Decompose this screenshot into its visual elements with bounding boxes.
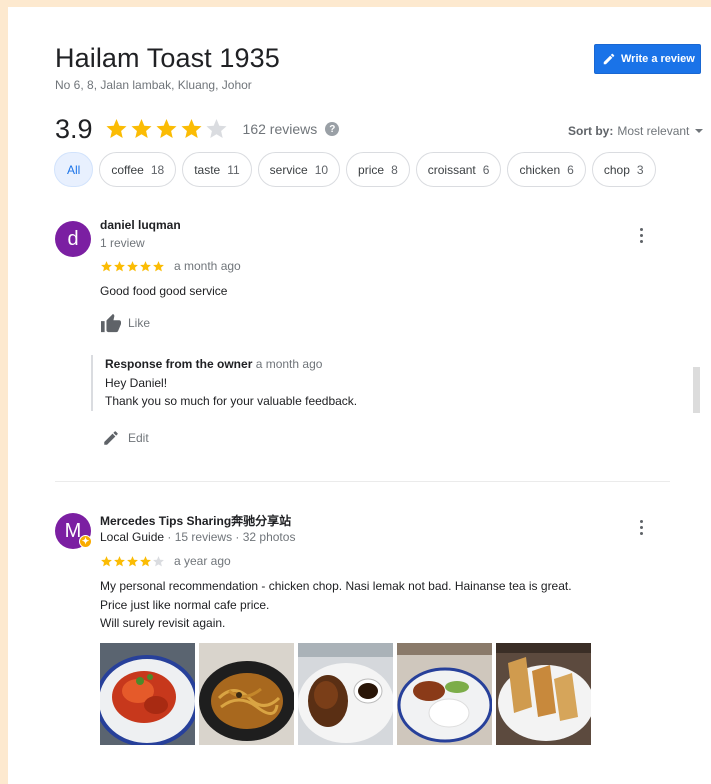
review-divider (55, 481, 670, 482)
chip-label: chicken (519, 162, 561, 177)
chip-count: 6 (482, 162, 490, 177)
sort-dropdown[interactable]: Sort by: Most relevant (568, 124, 704, 138)
star-icon (114, 555, 125, 566)
review-time: a month ago (174, 259, 241, 273)
chip-label: All (67, 162, 81, 177)
star-icon (101, 260, 112, 271)
star-icon (131, 119, 152, 138)
help-icon[interactable]: ? (325, 122, 340, 136)
more-options-icon[interactable] (640, 228, 644, 243)
review-photos (100, 643, 591, 745)
chip-label: price (358, 162, 385, 177)
star-icon (140, 555, 151, 566)
chicken-chop-photo[interactable] (100, 643, 195, 745)
chip-count: 11 (227, 162, 240, 177)
reviews-count: 162 reviews (242, 121, 318, 137)
chip-label: coffee (111, 162, 144, 177)
caret-down-icon (695, 129, 704, 133)
review-text-line: Price just like normal cafe price. (100, 597, 270, 612)
sort-value: Most relevant (617, 124, 690, 138)
star-icon (106, 119, 127, 138)
chip-taste[interactable]: taste 11 (182, 152, 252, 187)
pencil-icon (104, 431, 118, 445)
edit-button[interactable]: Edit (102, 429, 149, 447)
rating-stars (104, 117, 229, 141)
sort-label: Sort by: (568, 124, 614, 138)
star-empty-icon (206, 119, 227, 138)
noodles-photo[interactable] (199, 643, 294, 745)
reviewer-stats: · 15 reviews · 32 photos (164, 530, 296, 544)
review-time: a year ago (174, 554, 231, 568)
star-empty-icon (153, 555, 164, 566)
edit-label: Edit (128, 431, 149, 445)
roast-chicken-photo[interactable] (298, 643, 393, 745)
chip-all[interactable]: All (54, 152, 94, 187)
thumbs-up-icon (101, 313, 121, 333)
toast-sandwich-photo[interactable] (496, 643, 591, 745)
star-icon (101, 555, 112, 566)
chip-count: 6 (567, 162, 574, 177)
chip-croissant[interactable]: croissant 6 (415, 152, 502, 187)
owner-response: Response from the owner a month ago Hey … (91, 355, 357, 411)
response-time: a month ago (255, 357, 323, 371)
response-line: Hey Daniel! (105, 375, 168, 390)
rating-value: 3.9 (55, 113, 93, 144)
review-text: My personal recommendation - chicken cho… (100, 577, 572, 633)
chip-chicken[interactable]: chicken 6 (507, 152, 586, 187)
star-icon (114, 260, 125, 271)
star-icon (156, 119, 177, 138)
chip-coffee[interactable]: coffee 18 (99, 152, 177, 187)
write-review-label: Write a review (621, 53, 695, 65)
like-button[interactable]: Like (100, 313, 150, 333)
star-icon (127, 260, 138, 271)
reviewer-meta: 1 review (100, 236, 145, 250)
reviewer-name[interactable]: Mercedes Tips Sharing奔驰分享站 (100, 512, 291, 529)
write-review-button[interactable]: Write a review (594, 44, 701, 74)
reviewer-name[interactable]: daniel luqman (100, 218, 181, 232)
chip-label: taste (194, 162, 221, 177)
reviewer-meta: Local Guide · 15 reviews · 32 photos (100, 530, 295, 544)
rating-summary: 3.9 162 reviews ? (55, 111, 340, 147)
more-options-icon[interactable] (640, 520, 644, 535)
chip-count: 18 (150, 162, 165, 177)
chip-label: croissant (427, 162, 476, 177)
response-line: Thank you so much for your valuable feed… (105, 394, 358, 408)
chip-price[interactable]: price 8 (346, 152, 410, 187)
chip-count: 10 (314, 162, 329, 177)
chip-chop[interactable]: chop 3 (591, 152, 656, 187)
star-icon (127, 555, 138, 566)
reviews-panel: Hailam Toast 1935 No 6, 8, Jalan lambak,… (8, 7, 711, 784)
review-text-line: Will surely revisit again. (100, 616, 226, 630)
star-icon (181, 119, 202, 138)
review-text-line: My personal recommendation - chicken cho… (100, 579, 572, 593)
response-label: Response from the owner (105, 357, 253, 371)
scrollbar-thumb[interactable] (693, 367, 700, 413)
avatar[interactable]: d (55, 221, 91, 257)
review-stars: a year ago (100, 554, 231, 568)
place-title: Hailam Toast 1935 (55, 43, 280, 73)
place-address: No 6, 8, Jalan lambak, Kluang, Johor (55, 78, 252, 92)
pencil-icon (603, 53, 615, 65)
chip-service[interactable]: service 10 (257, 152, 341, 187)
review-stars: a month ago (100, 259, 241, 273)
nasi-lemak-photo[interactable] (397, 643, 492, 745)
chip-count: 3 (636, 162, 644, 177)
chip-label: chop (603, 162, 630, 177)
review-text: Good food good service (100, 284, 228, 298)
star-icon (153, 260, 164, 271)
local-guide-badge-icon: ✦ (79, 535, 92, 548)
like-label: Like (128, 316, 151, 330)
chip-label: service (269, 162, 308, 177)
topic-chips: All coffee 18 taste 11 service 10 price 8 cr… (54, 152, 656, 187)
local-guide-label: Local Guide (100, 530, 165, 544)
star-icon (140, 260, 151, 271)
chip-count: 8 (391, 162, 398, 177)
